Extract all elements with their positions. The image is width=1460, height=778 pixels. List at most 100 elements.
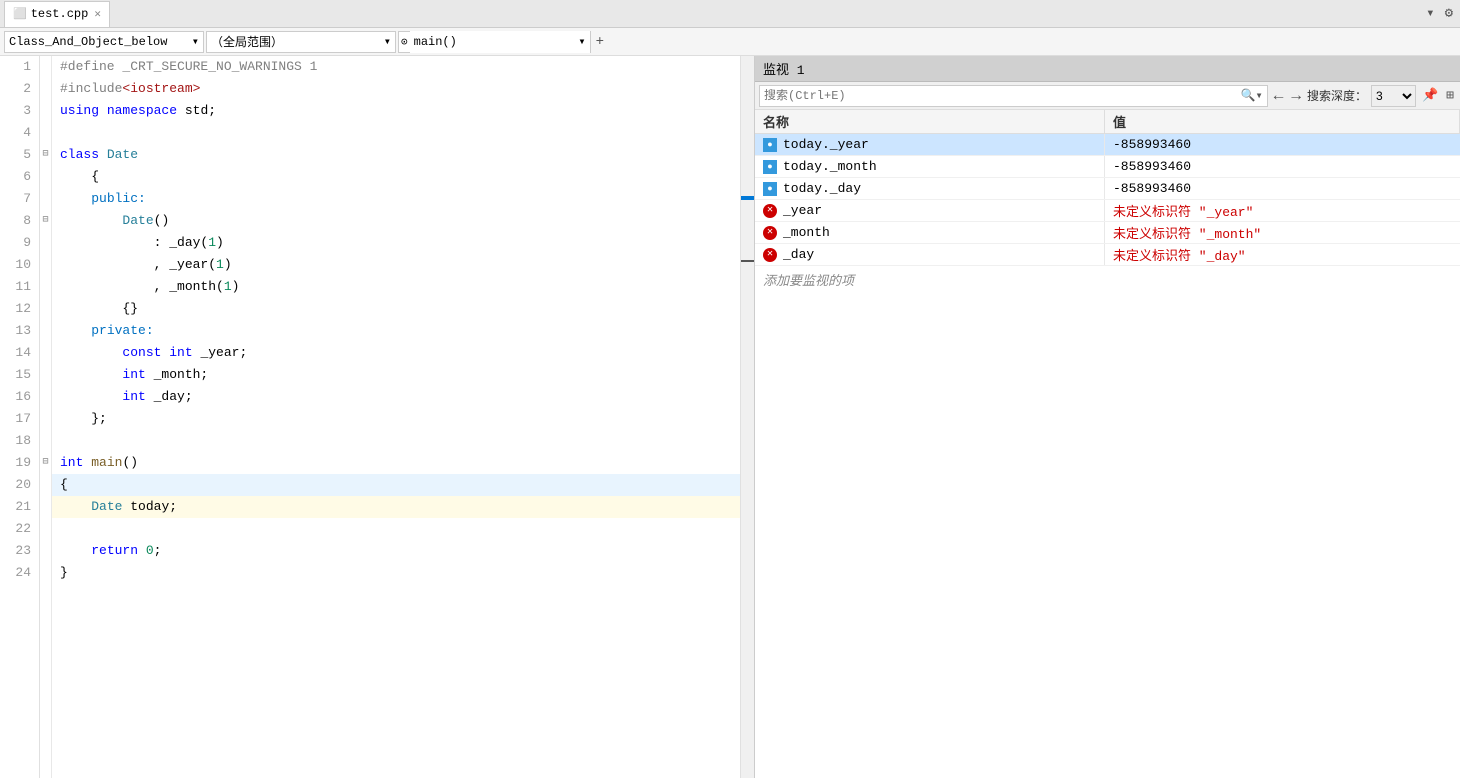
expand-button[interactable]: ⊞ [1444,88,1456,103]
watch-table: 名称 值 ●today._year-858993460●today._month… [755,110,1460,778]
token-plain: { [91,169,99,184]
watch-panel: 监视 1 🔍▾ ← → 搜索深度： 3 1 2 4 5 📌 ⊞ 名称 [755,56,1460,778]
code-text: #define _CRT_SECURE_NO_WARNINGS 1 [60,56,317,78]
code-text: , _month(1) [60,276,239,298]
token-kw: int [122,367,145,382]
table-row[interactable]: ✕_day未定义标识符 "_day" [755,244,1460,266]
table-row[interactable]: ●today._month-858993460 [755,156,1460,178]
function-scope-dropdown[interactable]: main() ▾ [410,31,590,53]
class-scope-dropdown[interactable]: Class_And_Object_below ▾ [4,31,204,53]
code-text: { [60,166,99,188]
function-scope-label: main() [414,35,457,49]
col-value-header: 值 [1105,110,1460,133]
watch-name-cell: ● today._month [755,156,1105,177]
token-plain: std; [177,103,216,118]
code-text: const int _year; [60,342,247,364]
watch-search-box[interactable]: 🔍▾ [759,85,1268,107]
token-plain: { [60,477,68,492]
code-line: #define _CRT_SECURE_NO_WARNINGS 1 [52,56,740,78]
code-text: using namespace std; [60,100,216,122]
watch-name-cell: ✕_year [755,200,1105,221]
code-line: Date() [52,210,740,232]
search-next-button[interactable]: → [1289,87,1303,105]
code-line: using namespace std; [52,100,740,122]
token-num: 1 [208,235,216,250]
token-kw: int [169,345,192,360]
add-watch-item[interactable]: 添加要监视的项 [755,266,1460,293]
code-text: int main() [60,452,138,474]
code-line: private: [52,320,740,342]
table-row[interactable]: ●today._day-858993460 [755,178,1460,200]
tab-settings-icon[interactable]: ⚙ [1442,5,1456,22]
code-text: public: [60,188,146,210]
var-icon: ● [763,160,777,174]
tab-close-button[interactable]: ✕ [94,7,101,21]
token-plain: _year; [193,345,248,360]
token-fn: main [91,455,122,470]
file-icon: ⬜ [13,7,27,21]
code-line: , _year(1) [52,254,740,276]
token-kw: class [60,147,99,162]
table-row[interactable]: ✕ _month 未定义标识符 "_month" [755,222,1460,244]
class-scope-arrow: ▾ [192,34,199,49]
token-plain: _day; [146,389,193,404]
global-scope-label: （全局范围） [211,33,283,50]
file-tab[interactable]: ⬜ test.cpp ✕ [4,1,110,27]
editor-scrollbar[interactable] [740,56,754,778]
code-line [52,430,740,452]
tab-filename: test.cpp [31,7,89,21]
watch-search-input[interactable] [764,89,1241,103]
code-line: } [52,562,740,584]
token-pp: #define _CRT_SECURE_NO_WARNINGS 1 [60,59,317,74]
table-row[interactable]: ●today._year-858993460 [755,134,1460,156]
token-plain [138,543,146,558]
code-line: { [52,474,740,496]
depth-label: 搜索深度： [1307,87,1367,104]
token-plain [99,147,107,162]
error-icon: ✕ [763,226,777,240]
pin-button[interactable]: 📌 [1420,88,1440,103]
watch-name-text: today._day [783,181,861,196]
code-line [52,122,740,144]
var-icon: ● [763,182,777,196]
table-row[interactable]: ✕_year未定义标识符 "_year" [755,200,1460,222]
token-plain: () [122,455,138,470]
token-plain: } [60,565,68,580]
line-numbers: 123456789101112131415161718192021222324 [0,56,40,778]
code-line: { [52,166,740,188]
code-area[interactable]: #define _CRT_SECURE_NO_WARNINGS 1 #includ… [52,56,740,778]
depth-select[interactable]: 3 1 2 4 5 [1371,85,1416,107]
token-pp: #include [60,81,122,96]
code-text: #include<iostream> [60,78,200,100]
watch-name-cell: ● today._day [755,178,1105,199]
watch-title-bar: 监视 1 [755,56,1460,82]
token-plain: , _month( [154,279,224,294]
global-scope-dropdown[interactable]: （全局范围） ▾ [206,31,396,53]
code-line: : _day(1) [52,232,740,254]
editor-toolbar: Class_And_Object_below ▾ （全局范围） ▾ ⊙ main… [0,28,1460,56]
code-line: const int _year; [52,342,740,364]
watch-value-cell: 未定义标识符 "_month" [1105,222,1460,243]
token-plain: {} [122,301,138,316]
watch-name-text: _month [783,225,830,240]
search-prev-button[interactable]: ← [1272,87,1286,105]
function-icon: ⊙ [399,35,410,49]
code-line: #include<iostream> [52,78,740,100]
code-line: int _month; [52,364,740,386]
token-plain: ) [216,235,224,250]
token-kw: using [60,103,99,118]
tab-dropdown-icon[interactable]: ▾ [1423,5,1437,22]
code-line: , _month(1) [52,276,740,298]
code-text: } [60,562,68,584]
token-acc: public: [91,191,146,206]
token-num: 0 [146,543,154,558]
watch-title: 监视 1 [763,59,805,78]
add-watch-toolbar-button[interactable]: + [593,34,607,50]
error-icon: ✕ [763,204,777,218]
tab-actions: ▾ ⚙ [1423,5,1456,22]
token-kw: int [60,455,83,470]
search-icon[interactable]: 🔍▾ [1241,88,1263,103]
token-plain [99,103,107,118]
watch-name-text: today._month [783,159,877,174]
watch-value-cell: 未定义标识符 "_year" [1105,200,1460,221]
